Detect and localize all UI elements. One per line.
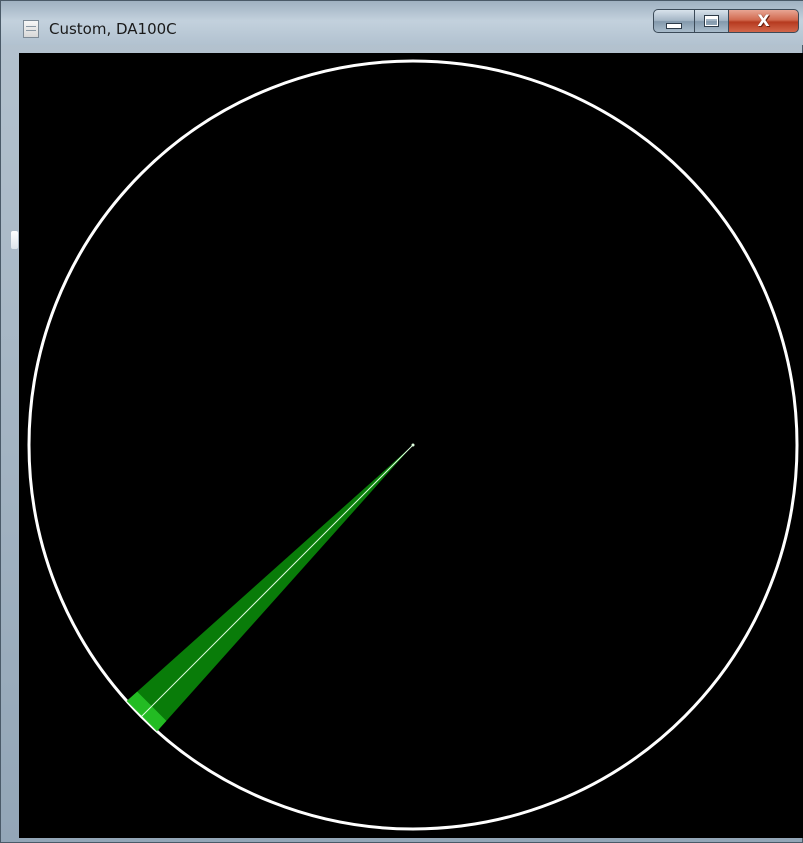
title-bar[interactable]: Custom, DA100C X xyxy=(1,1,803,45)
minimize-icon xyxy=(666,22,682,29)
radar-bearing-line xyxy=(141,444,414,717)
radar-canvas xyxy=(27,59,799,831)
document-icon[interactable] xyxy=(23,20,39,38)
radar-center-point xyxy=(411,443,415,447)
radar-display[interactable] xyxy=(19,53,803,838)
minimize-button[interactable] xyxy=(653,9,695,33)
window-title: Custom, DA100C xyxy=(49,20,177,38)
caption-buttons: X xyxy=(653,9,799,33)
maximize-icon xyxy=(704,15,719,27)
maximize-button[interactable] xyxy=(695,9,729,33)
close-button[interactable]: X xyxy=(729,9,799,33)
window-frame-highlight xyxy=(11,231,18,249)
close-icon: X xyxy=(757,11,770,30)
application-window: Custom, DA100C X xyxy=(0,0,803,843)
